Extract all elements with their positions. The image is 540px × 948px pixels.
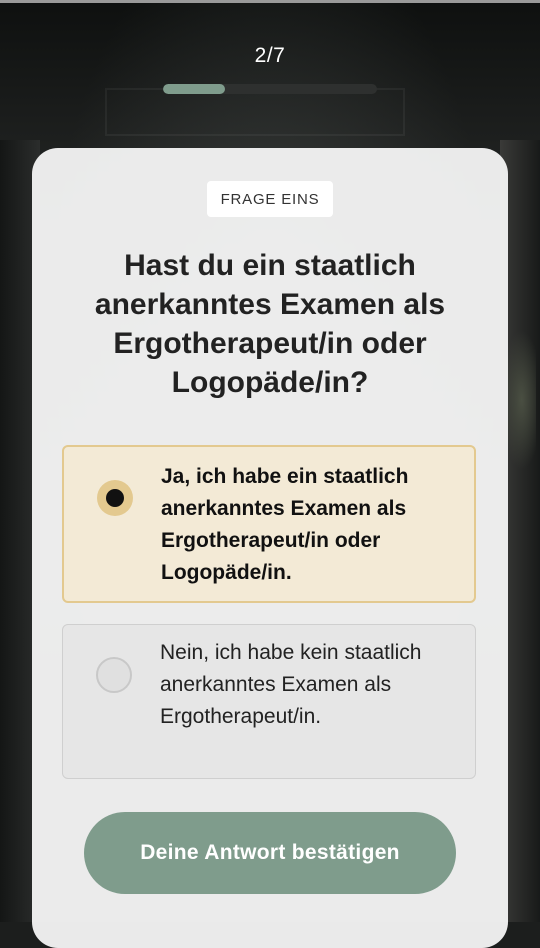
question-tag: FRAGE EINS	[207, 181, 333, 217]
answer-option-label: Ja, ich habe ein staatlich anerkanntes E…	[161, 465, 409, 584]
step-counter: 2/7	[254, 44, 286, 67]
radio-dot	[106, 489, 124, 507]
answer-option-label: Nein, ich habe kein staatlich anerkannte…	[160, 641, 422, 728]
radio-unselected-icon[interactable]	[96, 657, 132, 693]
background-ceiling-frame	[105, 88, 405, 136]
progress-bar-fill	[163, 84, 226, 94]
answer-option-yes[interactable]: Ja, ich habe ein staatlich anerkanntes E…	[62, 445, 476, 603]
question-title: Hast du ein staatlich anerkanntes Examen…	[94, 249, 446, 399]
radio-selected-icon[interactable]	[97, 480, 133, 516]
progress-bar	[163, 84, 377, 94]
status-bar-strip	[0, 0, 540, 3]
answer-option-no[interactable]: Nein, ich habe kein staatlich anerkannte…	[62, 624, 476, 779]
confirm-answer-button[interactable]: Deine Antwort bestätigen	[84, 812, 456, 894]
